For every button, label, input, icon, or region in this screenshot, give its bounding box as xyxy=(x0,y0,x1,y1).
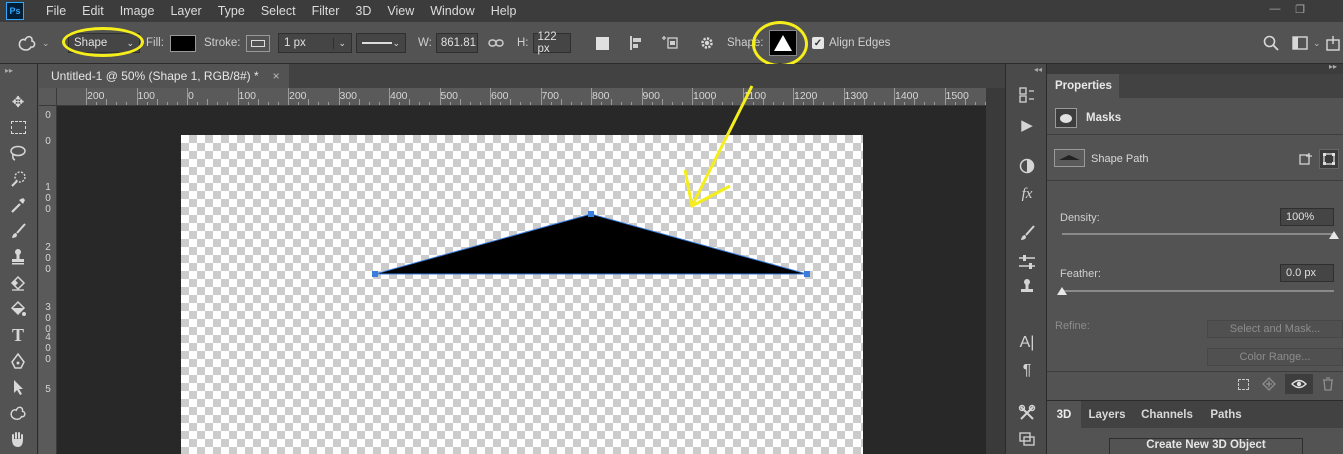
load-selection-icon[interactable] xyxy=(1235,376,1251,392)
character-icon[interactable]: A| xyxy=(1016,332,1038,354)
brush-presets-icon[interactable] xyxy=(1016,251,1038,273)
brush-settings-icon[interactable] xyxy=(1016,222,1038,244)
masks-title: Masks xyxy=(1086,112,1122,124)
density-slider-thumb[interactable] xyxy=(1329,231,1339,239)
collapse-icon[interactable]: ▸▸ xyxy=(1329,62,1337,71)
collapse-panels-icon[interactable]: ◂◂ xyxy=(1034,65,1042,74)
anchor-point[interactable] xyxy=(804,271,810,277)
tools-icon[interactable] xyxy=(1016,402,1038,424)
anchor-point[interactable] xyxy=(588,211,594,217)
feather-slider-thumb[interactable] xyxy=(1057,287,1067,295)
trash-icon[interactable] xyxy=(1320,376,1336,392)
adjustments-icon[interactable] xyxy=(1016,155,1038,177)
properties-tab-bar: Properties xyxy=(1047,74,1343,98)
shape-path-label: Shape Path xyxy=(1091,153,1149,165)
mask-icon xyxy=(1055,108,1077,128)
tab-layers[interactable]: Layers xyxy=(1081,401,1133,429)
refine-label: Refine: xyxy=(1055,320,1090,332)
bottom-panel-tabs: 3D Layers Channels Paths xyxy=(1047,400,1343,429)
density-field[interactable]: 100% xyxy=(1280,208,1334,226)
feather-field[interactable]: 0.0 px xyxy=(1280,264,1334,282)
history-icon[interactable] xyxy=(1016,84,1038,106)
panel-icon-column: ◂◂ ▶ fx A| ¶ xyxy=(1005,64,1047,454)
tab-paths[interactable]: Paths xyxy=(1201,401,1251,429)
annotation-arrow xyxy=(683,85,754,209)
feather-slider[interactable] xyxy=(1062,290,1334,292)
paragraph-icon[interactable]: ¶ xyxy=(1016,360,1038,382)
tab-channels[interactable]: Channels xyxy=(1133,401,1201,429)
play-actions-icon[interactable]: ▶ xyxy=(1016,114,1038,136)
density-label: Density: xyxy=(1060,212,1100,224)
feather-value: 0.0 px xyxy=(1286,267,1316,279)
density-value: 100% xyxy=(1286,211,1315,223)
color-range-button[interactable]: Color Range... xyxy=(1207,348,1343,366)
styles-fx-icon[interactable]: fx xyxy=(1016,183,1038,205)
apply-mask-icon[interactable] xyxy=(1261,376,1277,392)
shape-path-thumbnail xyxy=(1054,149,1085,167)
add-pixel-mask-icon[interactable] xyxy=(1297,150,1315,168)
vector-mask-icon[interactable] xyxy=(1319,149,1339,169)
panel-header: ▸▸ xyxy=(1047,62,1343,74)
anchor-point[interactable] xyxy=(372,271,378,277)
layer-comps-icon[interactable] xyxy=(1016,428,1038,450)
clone-source-icon[interactable] xyxy=(1016,276,1038,298)
tab-3d[interactable]: 3D xyxy=(1047,401,1081,429)
density-slider[interactable] xyxy=(1062,233,1334,235)
create-new-3d-object-button[interactable]: Create New 3D Object xyxy=(1109,438,1303,454)
tab-properties[interactable]: Properties xyxy=(1047,74,1119,98)
3d-panel: Create New 3D Object xyxy=(1047,428,1343,454)
properties-panel: ▸▸ Properties Masks Shape Path Density: … xyxy=(1047,62,1343,398)
feather-label: Feather: xyxy=(1060,268,1101,280)
triangle-shape[interactable] xyxy=(374,213,808,275)
select-and-mask-button[interactable]: Select and Mask... xyxy=(1207,320,1343,338)
eye-icon[interactable] xyxy=(1285,374,1313,394)
